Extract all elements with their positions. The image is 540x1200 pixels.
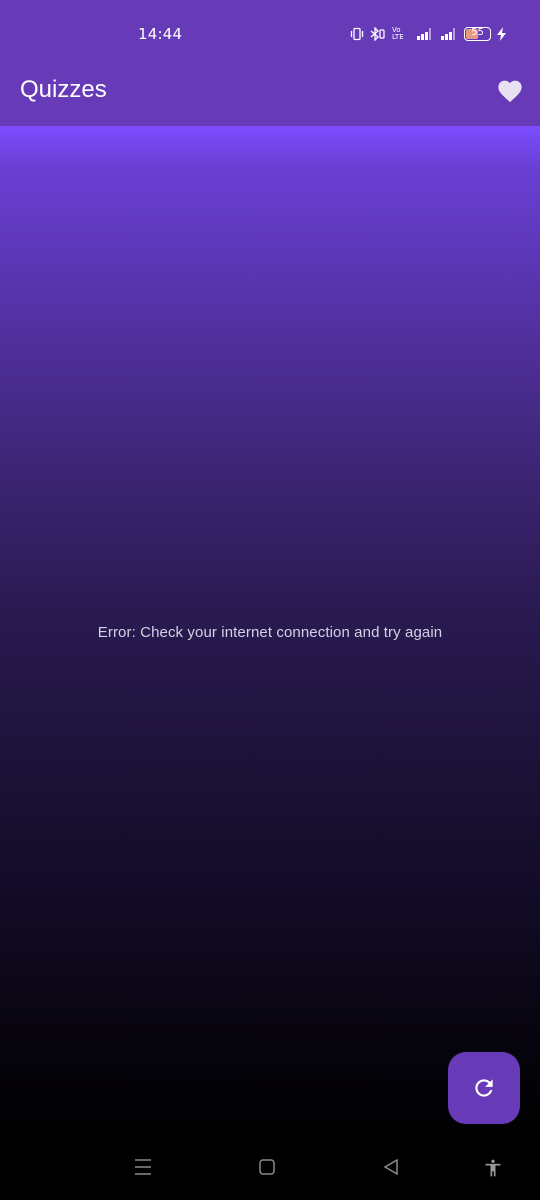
system-nav-bar xyxy=(0,1140,540,1200)
favorites-button[interactable] xyxy=(490,70,530,110)
screen: 14:44 Vo LTE 55 Quizzes Error: Check you… xyxy=(0,0,540,1200)
nav-recents-button[interactable] xyxy=(133,1158,153,1176)
nav-accessibility-button[interactable] xyxy=(483,1158,503,1178)
battery-level-text: 55 xyxy=(471,27,484,38)
page-title: Quizzes xyxy=(20,76,107,103)
main-content: Error: Check your internet connection an… xyxy=(0,126,540,1140)
volte-icon: Vo LTE xyxy=(392,27,410,41)
vibrate-icon xyxy=(350,27,364,41)
status-bar: 14:44 Vo LTE 55 xyxy=(0,0,540,70)
error-message: Error: Check your internet connection an… xyxy=(97,624,443,641)
app-bar: Quizzes xyxy=(0,70,540,126)
status-icons: Vo LTE 55 xyxy=(350,24,506,44)
battery-icon: 55 xyxy=(464,27,491,41)
app-header: 14:44 Vo LTE 55 Quizzes xyxy=(0,0,540,126)
home-icon xyxy=(259,1159,275,1175)
menu-icon xyxy=(135,1159,151,1175)
charging-icon xyxy=(497,27,506,41)
heart-icon xyxy=(498,80,522,103)
volte-label: Vo LTE xyxy=(392,26,404,41)
bluetooth-icon xyxy=(370,27,386,41)
back-icon xyxy=(383,1158,398,1176)
accessibility-icon xyxy=(485,1159,501,1177)
refresh-icon xyxy=(475,1079,493,1097)
status-time: 14:44 xyxy=(138,25,183,43)
signal-icon xyxy=(416,27,434,41)
refresh-button[interactable] xyxy=(448,1052,520,1124)
signal-icon xyxy=(440,27,458,41)
nav-back-button[interactable] xyxy=(382,1158,400,1176)
nav-home-button[interactable] xyxy=(258,1158,276,1176)
